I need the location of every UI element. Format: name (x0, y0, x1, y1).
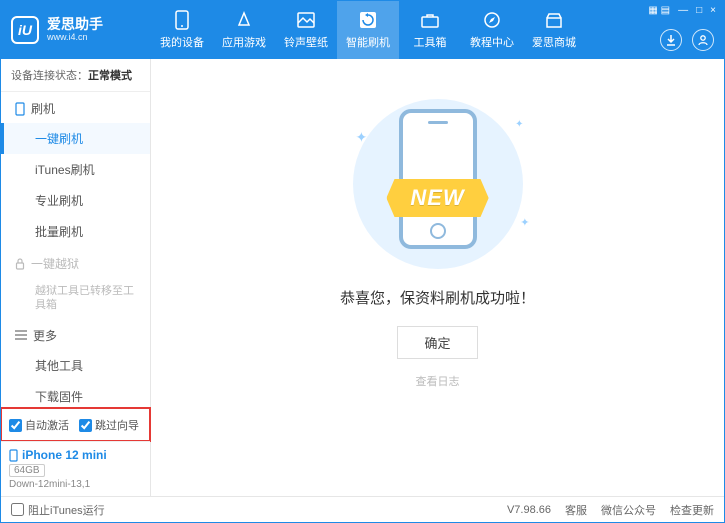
device-panel[interactable]: iPhone 12 mini 64GB Down-12mini-13,1 (1, 441, 150, 496)
view-log-link[interactable]: 查看日志 (416, 373, 460, 389)
checkbox-skip-guide[interactable]: 跳过向导 (79, 417, 139, 433)
sidebar-group-more[interactable]: 更多 (1, 319, 150, 350)
phone-tiny-icon (9, 449, 18, 462)
device-name: iPhone 12 mini (9, 448, 142, 462)
store-icon (544, 10, 564, 30)
phone-icon (172, 10, 192, 30)
app-window: iU 爱思助手 www.i4.cn 我的设备 应用游戏 铃声壁纸 智能刷机 工具… (0, 0, 725, 523)
lock-icon (15, 258, 25, 270)
sidebar-group-jailbreak: 一键越狱 (1, 247, 150, 278)
checkbox-block-itunes[interactable]: 阻止iTunes运行 (11, 502, 105, 518)
sparkle-icon: ✦ (356, 129, 368, 146)
ok-button[interactable]: 确定 (397, 326, 477, 359)
wallpaper-icon (296, 10, 316, 30)
sidebar-item-pro-flash[interactable]: 专业刷机 (1, 185, 150, 216)
sidebar-item-itunes-flash[interactable]: iTunes刷机 (1, 154, 150, 185)
tab-tutorials[interactable]: 教程中心 (461, 1, 523, 59)
phone-small-icon (15, 102, 25, 116)
version-label: V7.98.66 (507, 504, 551, 516)
titlebar: iU 爱思助手 www.i4.cn 我的设备 应用游戏 铃声壁纸 智能刷机 工具… (1, 1, 724, 59)
download-button[interactable] (660, 29, 682, 51)
minimize-button[interactable]: — (678, 5, 688, 16)
main-content: NEW ✦ ✦ ✦ 恭喜您，保资料刷机成功啦！ 确定 查看日志 (151, 59, 724, 496)
success-message: 恭喜您，保资料刷机成功啦！ (340, 287, 535, 308)
sidebar-item-download-firmware[interactable]: 下载固件 (1, 381, 150, 408)
window-controls: ▦ ▤ — □ × (648, 5, 716, 16)
connection-status: 设备连接状态：正常模式 (1, 59, 150, 92)
app-url: www.i4.cn (47, 33, 103, 43)
refresh-icon (358, 10, 378, 30)
success-illustration: NEW ✦ ✦ ✦ (328, 99, 548, 269)
tab-my-device[interactable]: 我的设备 (151, 1, 213, 59)
tab-ringtones[interactable]: 铃声壁纸 (275, 1, 337, 59)
sparkle-icon: ✦ (520, 216, 529, 229)
compass-icon (482, 10, 502, 30)
new-ribbon: NEW (386, 179, 488, 217)
jailbreak-note: 越狱工具已转移至工具箱 (1, 278, 150, 319)
sparkle-icon: ✦ (515, 119, 523, 130)
user-button[interactable] (692, 29, 714, 51)
tab-toolbox[interactable]: 工具箱 (399, 1, 461, 59)
device-firmware: Down-12mini-13,1 (9, 479, 142, 490)
tab-store[interactable]: 爱思商城 (523, 1, 585, 59)
support-link[interactable]: 客服 (565, 502, 587, 518)
app-name: 爱思助手 (47, 17, 103, 32)
device-capacity: 64GB (9, 464, 45, 477)
menu-icon[interactable]: ▦ ▤ (648, 5, 670, 16)
wechat-link[interactable]: 微信公众号 (601, 502, 656, 518)
brand: iU 爱思助手 www.i4.cn (11, 16, 151, 44)
sidebar-item-other-tools[interactable]: 其他工具 (1, 350, 150, 381)
sidebar-item-oneclick-flash[interactable]: 一键刷机 (1, 123, 150, 154)
list-icon (15, 330, 27, 340)
tab-apps-games[interactable]: 应用游戏 (213, 1, 275, 59)
apps-icon (234, 10, 254, 30)
app-logo-icon: iU (11, 16, 39, 44)
nav-tabs: 我的设备 应用游戏 铃声壁纸 智能刷机 工具箱 教程中心 爱思商城 (151, 1, 585, 59)
close-button[interactable]: × (710, 5, 716, 16)
maximize-button[interactable]: □ (696, 5, 702, 16)
tab-smart-flash[interactable]: 智能刷机 (337, 1, 399, 59)
checkbox-auto-activate[interactable]: 自动激活 (9, 417, 69, 433)
toolbox-icon (420, 10, 440, 30)
sidebar-item-batch-flash[interactable]: 批量刷机 (1, 216, 150, 247)
option-checkboxes: 自动激活 跳过向导 (1, 408, 150, 441)
sidebar-group-flash[interactable]: 刷机 (1, 92, 150, 123)
sidebar: 设备连接状态：正常模式 刷机 一键刷机 iTunes刷机 专业刷机 批量刷机 一… (1, 59, 151, 496)
check-update-link[interactable]: 检查更新 (670, 502, 714, 518)
footer: 阻止iTunes运行 V7.98.66 客服 微信公众号 检查更新 (1, 496, 724, 522)
